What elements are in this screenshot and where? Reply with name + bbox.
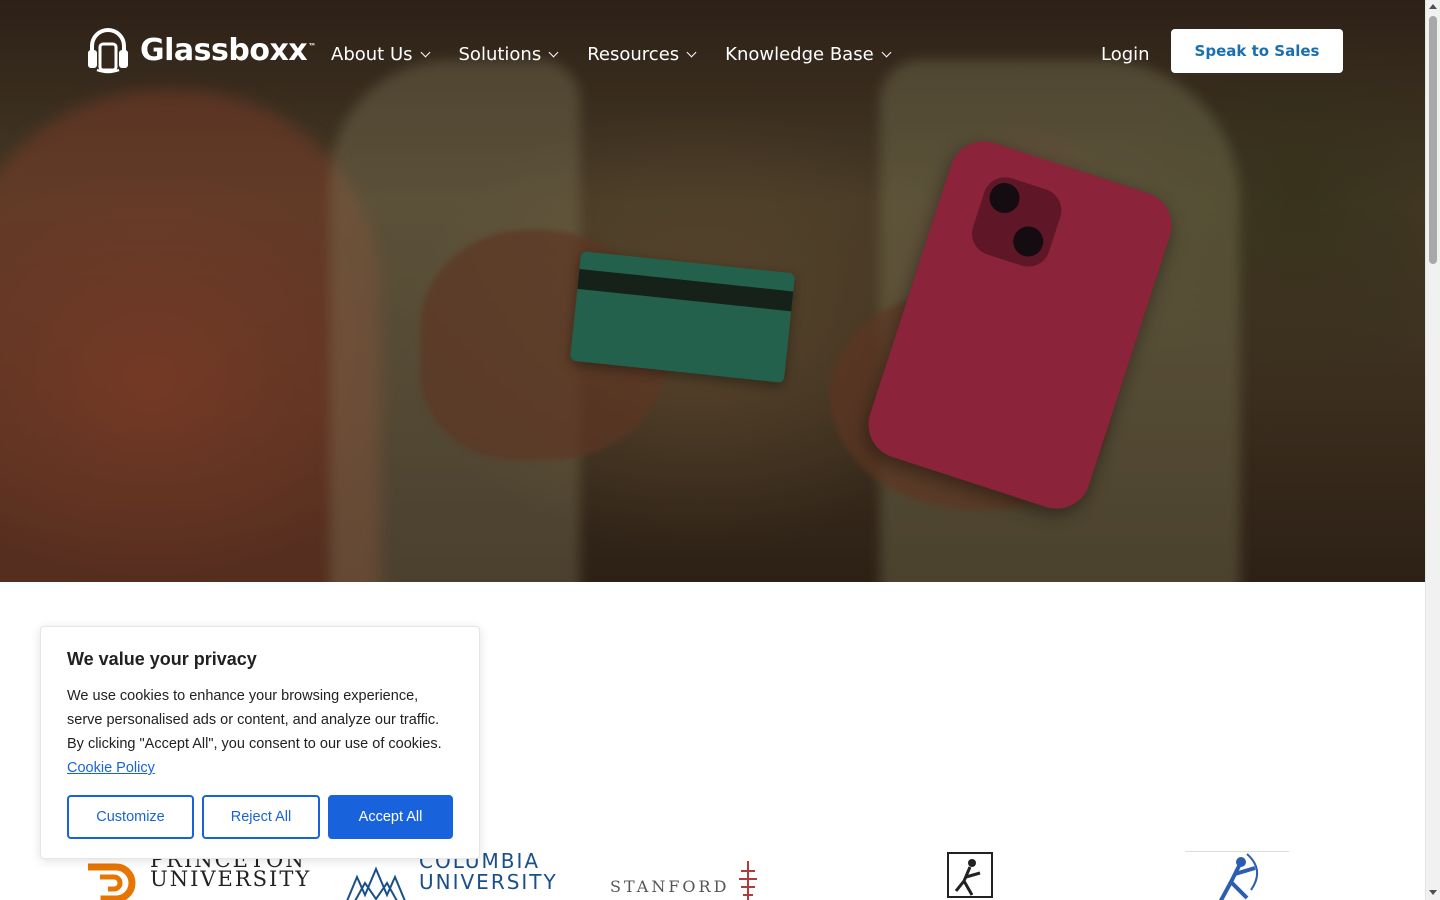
cookie-buttons: Customize Reject All Accept All: [67, 795, 453, 839]
chevron-down-icon: [548, 47, 559, 58]
simon-schuster-logo: [946, 851, 994, 900]
page-scrollbar[interactable]: [1425, 0, 1440, 900]
chevron-down-icon: [686, 47, 697, 58]
stanford-tree-icon: [739, 861, 758, 900]
nav-item-resources[interactable]: Resources: [587, 44, 697, 65]
stanford-press-logo: STANFORD: [610, 857, 761, 900]
cookie-body-text: We use cookies to enhance your browsing …: [67, 688, 442, 752]
speak-to-sales-button[interactable]: Speak to Sales: [1171, 29, 1343, 73]
archer-icon: [1218, 853, 1258, 900]
nav-item-label: About Us: [331, 44, 413, 65]
customize-button[interactable]: Customize: [67, 795, 194, 839]
nav-item-solutions[interactable]: Solutions: [458, 44, 559, 65]
cookie-body: We use cookies to enhance your browsing …: [67, 684, 453, 780]
stanford-wordmark: STANFORD: [610, 877, 730, 896]
headset-icon: [88, 28, 128, 74]
site-logo[interactable]: Glassboxx™: [84, 26, 316, 74]
nav-item-knowledge-base[interactable]: Knowledge Base: [725, 44, 892, 65]
nav-item-label: Resources: [587, 44, 680, 65]
chevron-down-icon: [881, 47, 892, 58]
nav-item-label: Solutions: [458, 44, 542, 65]
chevron-down-icon: [420, 47, 430, 58]
archer-logo: [1185, 851, 1289, 900]
cookie-consent-dialog: We value your privacy We use cookies to …: [40, 626, 480, 859]
login-link[interactable]: Login: [1101, 44, 1150, 65]
accept-all-button[interactable]: Accept All: [328, 795, 453, 839]
sower-icon: [947, 852, 993, 898]
site-header: Glassboxx™ About Us Solutions Resources …: [0, 0, 1425, 110]
scroll-down-arrow-icon[interactable]: [1429, 890, 1437, 895]
nav-item-about-us[interactable]: About Us: [331, 44, 430, 65]
logo-wordmark: Glassboxx™: [140, 32, 316, 68]
cookie-policy-link[interactable]: Cookie Policy: [67, 760, 155, 776]
main-nav: About Us Solutions Resources Knowledge B…: [331, 44, 892, 65]
cookie-title: We value your privacy: [67, 649, 257, 669]
nav-item-label: Knowledge Base: [725, 44, 874, 65]
reject-all-button[interactable]: Reject All: [202, 795, 320, 839]
scroll-up-arrow-icon[interactable]: [1429, 4, 1437, 9]
scrollbar-thumb[interactable]: [1429, 16, 1437, 264]
